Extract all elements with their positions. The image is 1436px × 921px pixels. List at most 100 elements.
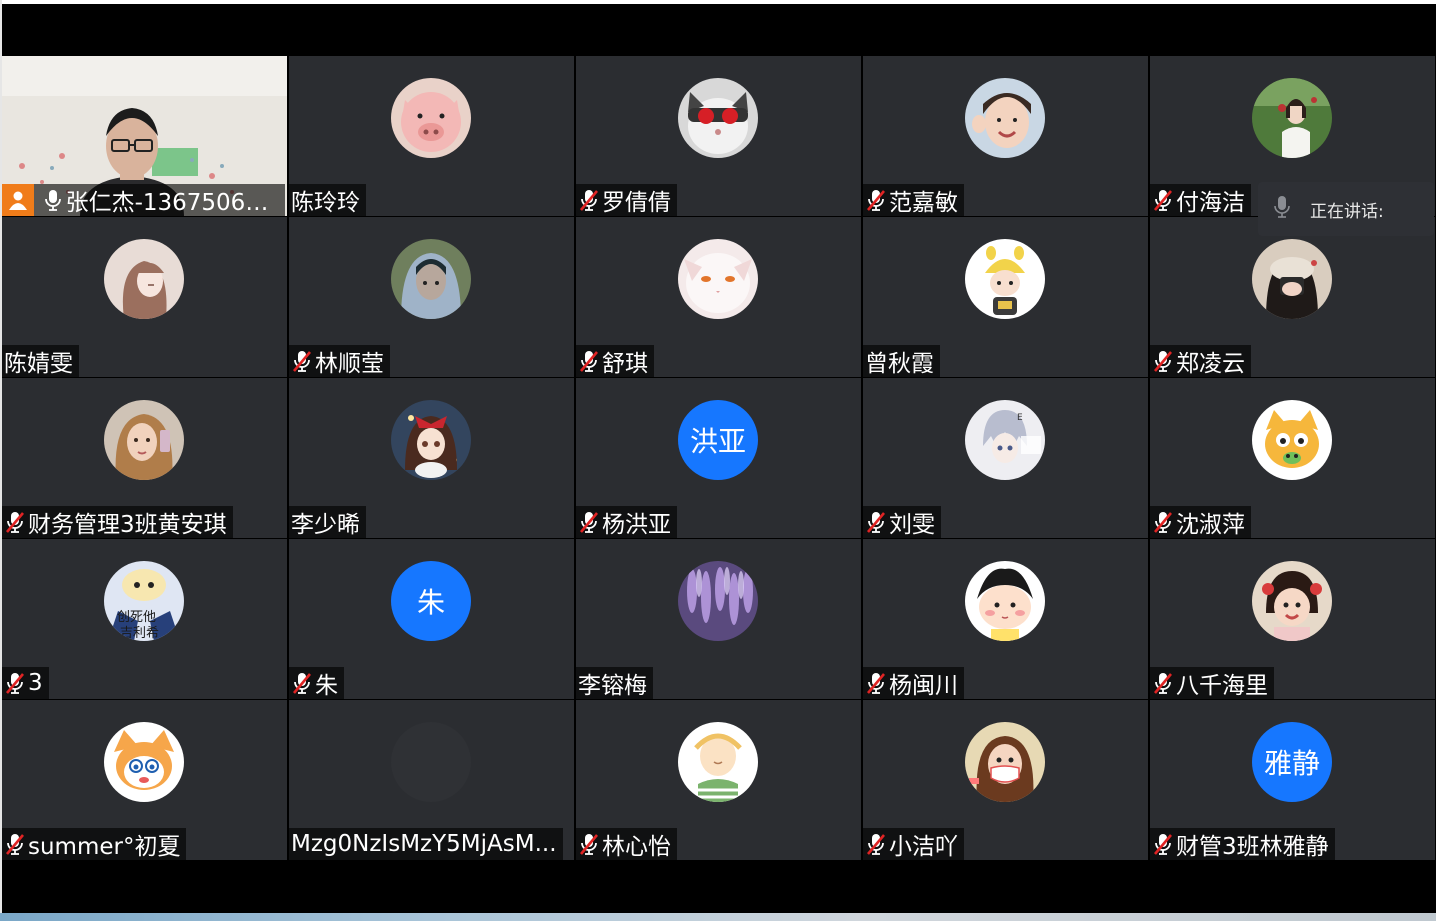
title-edge (0, 0, 1436, 4)
name-label: 范嘉敏 (863, 184, 964, 216)
mic-muted-icon[interactable] (4, 671, 26, 695)
participant-name: 陈婧雯 (4, 351, 73, 377)
mic-muted-icon[interactable] (865, 188, 887, 212)
text-avatar: 洪亚 (678, 400, 758, 480)
mic-muted-icon[interactable] (578, 832, 600, 856)
participant-tile[interactable]: 杨闽川 (863, 539, 1148, 699)
svg-text:E: E (1017, 413, 1023, 423)
dark-placeholder-avatar (391, 722, 471, 802)
little-girl-photo-avatar (1252, 561, 1332, 641)
participant-tile[interactable]: 林心怡 (576, 700, 861, 860)
participant-tile[interactable]: 罗倩倩 (576, 56, 861, 216)
participant-name: 林顺莹 (315, 351, 384, 377)
cartoon-kid-yellow-hat-avatar (965, 239, 1045, 319)
name-label: 陈婧雯 (2, 345, 79, 377)
mic-muted-icon[interactable] (865, 671, 887, 695)
name-label: 郑凌云 (1150, 345, 1251, 377)
participant-tile[interactable]: 财务管理3班黄安琪 (2, 378, 287, 538)
participant-tile[interactable]: 创死他 吉利希 3 (2, 539, 287, 699)
participant-name: 曾秋霞 (865, 351, 934, 377)
name-label: 林心怡 (576, 828, 677, 860)
hooded-portrait-avatar (391, 239, 471, 319)
svg-text:吉利希: 吉利希 (120, 626, 159, 641)
participant-name: 郑凌云 (1176, 351, 1245, 377)
participant-name: 陈玲玲 (291, 190, 360, 216)
participant-name: 3 (28, 670, 43, 696)
mic-icon (1274, 195, 1290, 224)
name-label: 刘雯 (863, 506, 941, 538)
name-label: 张仁杰-13675066... (2, 184, 285, 216)
participant-tile[interactable]: 郑凌云 (1150, 217, 1435, 377)
name-label: 八千海里 (1150, 667, 1274, 699)
mic-muted-icon[interactable] (578, 349, 600, 373)
pink-pig-plush-avatar (391, 78, 471, 158)
participant-name: 李少晞 (291, 512, 360, 538)
participant-tile[interactable]: 范嘉敏 (863, 56, 1148, 216)
cartoon-meme-character-avatar: 创死他 吉利希 (104, 561, 184, 641)
mic-muted-icon[interactable] (4, 510, 26, 534)
participant-name: 罗倩倩 (602, 190, 671, 216)
mic-muted-icon[interactable] (1152, 188, 1174, 212)
girl-in-field-photo-avatar (1252, 78, 1332, 158)
speaking-label: 正在讲话: (1310, 201, 1384, 222)
participant-tile[interactable]: 朱 朱 (289, 539, 574, 699)
mic-muted-icon[interactable] (1152, 832, 1174, 856)
name-label: 财务管理3班黄安琪 (2, 506, 233, 538)
participant-tile[interactable]: 林顺莹 (289, 217, 574, 377)
mic-muted-icon[interactable] (1152, 510, 1174, 534)
participant-tile[interactable]: 八千海里 (1150, 539, 1435, 699)
svg-text:创死他: 创死他 (117, 610, 156, 625)
girl-covering-face-avatar (1252, 239, 1332, 319)
name-label: Mzg0NzIsMzY5MjAsM... (289, 828, 563, 860)
mic-muted-icon[interactable] (291, 349, 313, 373)
participant-tile[interactable]: Mzg0NzIsMzY5MjAsM... (289, 700, 574, 860)
participant-tile[interactable]: E 刘雯 (863, 378, 1148, 538)
participant-tile[interactable]: 雅静 财管3班林雅静 (1150, 700, 1435, 860)
participant-tile[interactable]: summer°初夏 (2, 700, 287, 860)
cartoon-orange-cat-avatar (104, 722, 184, 802)
mic-muted-icon[interactable] (865, 832, 887, 856)
participant-name: summer°初夏 (28, 834, 181, 860)
participant-tile[interactable]: 小洁吖 (863, 700, 1148, 860)
cat-with-red-sunglasses-avatar (678, 78, 758, 158)
name-label: 罗倩倩 (576, 184, 677, 216)
mic-muted-icon[interactable] (1152, 671, 1174, 695)
name-label: 李镕梅 (576, 667, 653, 699)
participant-name: 舒琪 (602, 351, 648, 377)
mic-muted-icon[interactable] (291, 671, 313, 695)
participant-tile[interactable]: 李少晞 (289, 378, 574, 538)
participant-name: 张仁杰-13675066... (65, 190, 279, 216)
name-label: 杨洪亚 (576, 506, 677, 538)
name-label: 付海洁 (1150, 184, 1251, 216)
mic-muted-icon[interactable] (578, 188, 600, 212)
participant-tile[interactable]: 舒琪 (576, 217, 861, 377)
participant-grid: 张仁杰-13675066... 陈玲玲 罗倩倩 范嘉敏 付海洁陈婧雯 林顺莹 舒琪… (2, 56, 1435, 860)
smiling-girl-photo-avatar (965, 78, 1045, 158)
participant-name: 刘雯 (889, 512, 935, 538)
name-label: 沈淑萍 (1150, 506, 1251, 538)
participant-tile[interactable]: 沈淑萍 (1150, 378, 1435, 538)
cartoon-bald-kid-avatar (678, 722, 758, 802)
mic-muted-icon[interactable] (865, 510, 887, 534)
mic-muted-icon[interactable] (578, 510, 600, 534)
name-label: 李少晞 (289, 506, 366, 538)
anime-girl-red-bow-avatar (391, 400, 471, 480)
participant-tile[interactable]: 曾秋霞 (863, 217, 1148, 377)
participant-tile[interactable]: 洪亚 杨洪亚 (576, 378, 861, 538)
participant-tile[interactable]: 张仁杰-13675066... (2, 56, 287, 216)
white-cat-avatar (678, 239, 758, 319)
mic-muted-icon[interactable] (1152, 349, 1174, 373)
cartoon-boy-blushing-avatar (965, 561, 1045, 641)
text-avatar: 朱 (391, 561, 471, 641)
name-label: summer°初夏 (2, 828, 187, 860)
participant-tile[interactable]: 李镕梅 (576, 539, 861, 699)
name-label: 舒琪 (576, 345, 654, 377)
participant-name: 财管3班林雅静 (1176, 834, 1329, 860)
mic-muted-icon[interactable] (4, 832, 26, 856)
name-label: 3 (2, 667, 49, 699)
mic-on-icon[interactable] (42, 188, 64, 212)
participant-tile[interactable]: 陈玲玲 (289, 56, 574, 216)
participant-name: 朱 (315, 673, 338, 699)
cartoon-yellow-cat-avatar (1252, 400, 1332, 480)
participant-tile[interactable]: 陈婧雯 (2, 217, 287, 377)
